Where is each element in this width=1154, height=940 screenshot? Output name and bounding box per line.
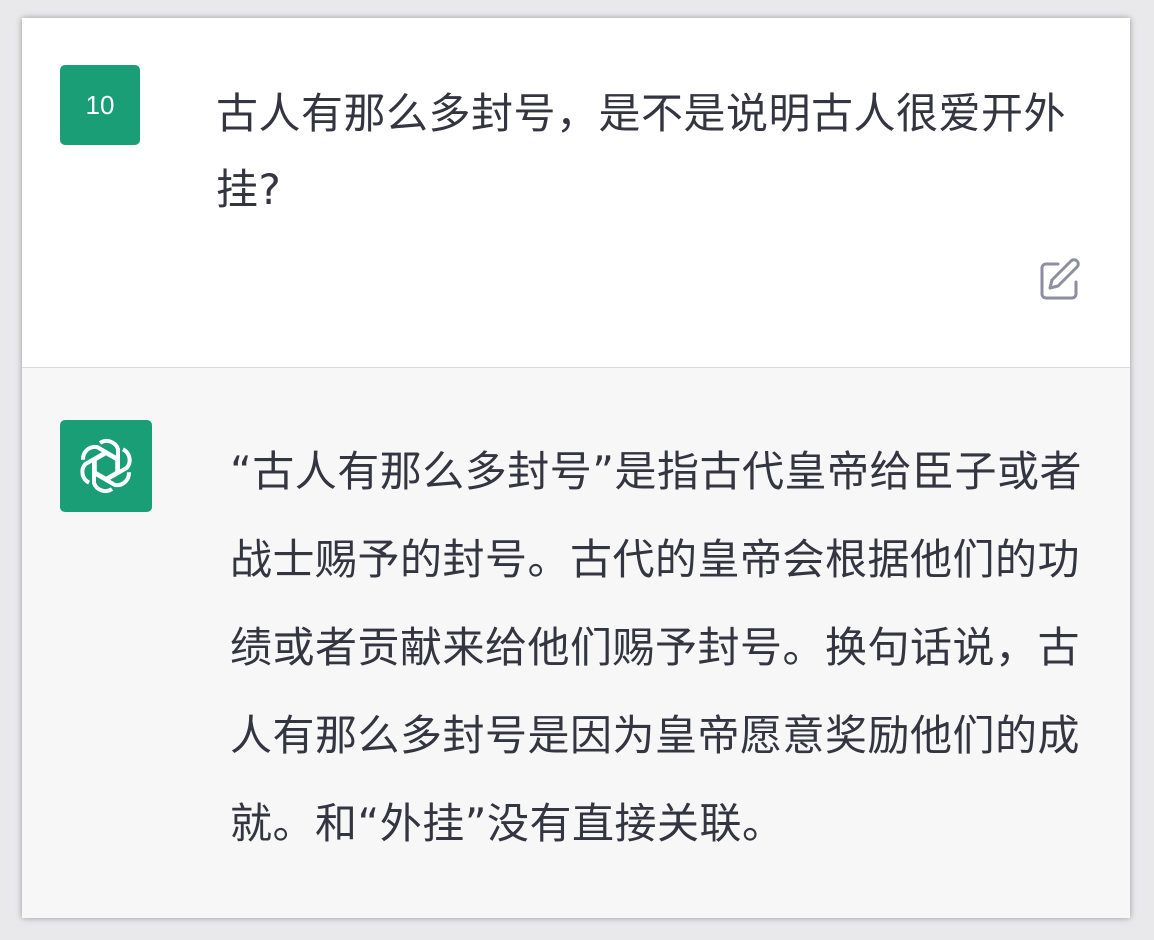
chat-window: 10 古人有那么多封号，是不是说明古人很爱开外挂? “古人有那么多封号”是指古代…: [22, 18, 1130, 918]
user-message: 10 古人有那么多封号，是不是说明古人很爱开外挂?: [22, 18, 1130, 368]
edit-icon[interactable]: [1036, 256, 1084, 304]
user-avatar: 10: [60, 65, 140, 145]
user-message-text: 古人有那么多封号，是不是说明古人很爱开外挂?: [216, 89, 1067, 214]
assistant-message-text: “古人有那么多封号”是指古代皇帝给臣子或者战士赐予的封号。古代的皇帝会根据他们的…: [230, 447, 1083, 848]
assistant-message: “古人有那么多封号”是指古代皇帝给臣子或者战士赐予的封号。古代的皇帝会根据他们的…: [22, 368, 1130, 918]
user-avatar-label: 10: [85, 89, 115, 120]
openai-logo-icon: [60, 420, 152, 512]
